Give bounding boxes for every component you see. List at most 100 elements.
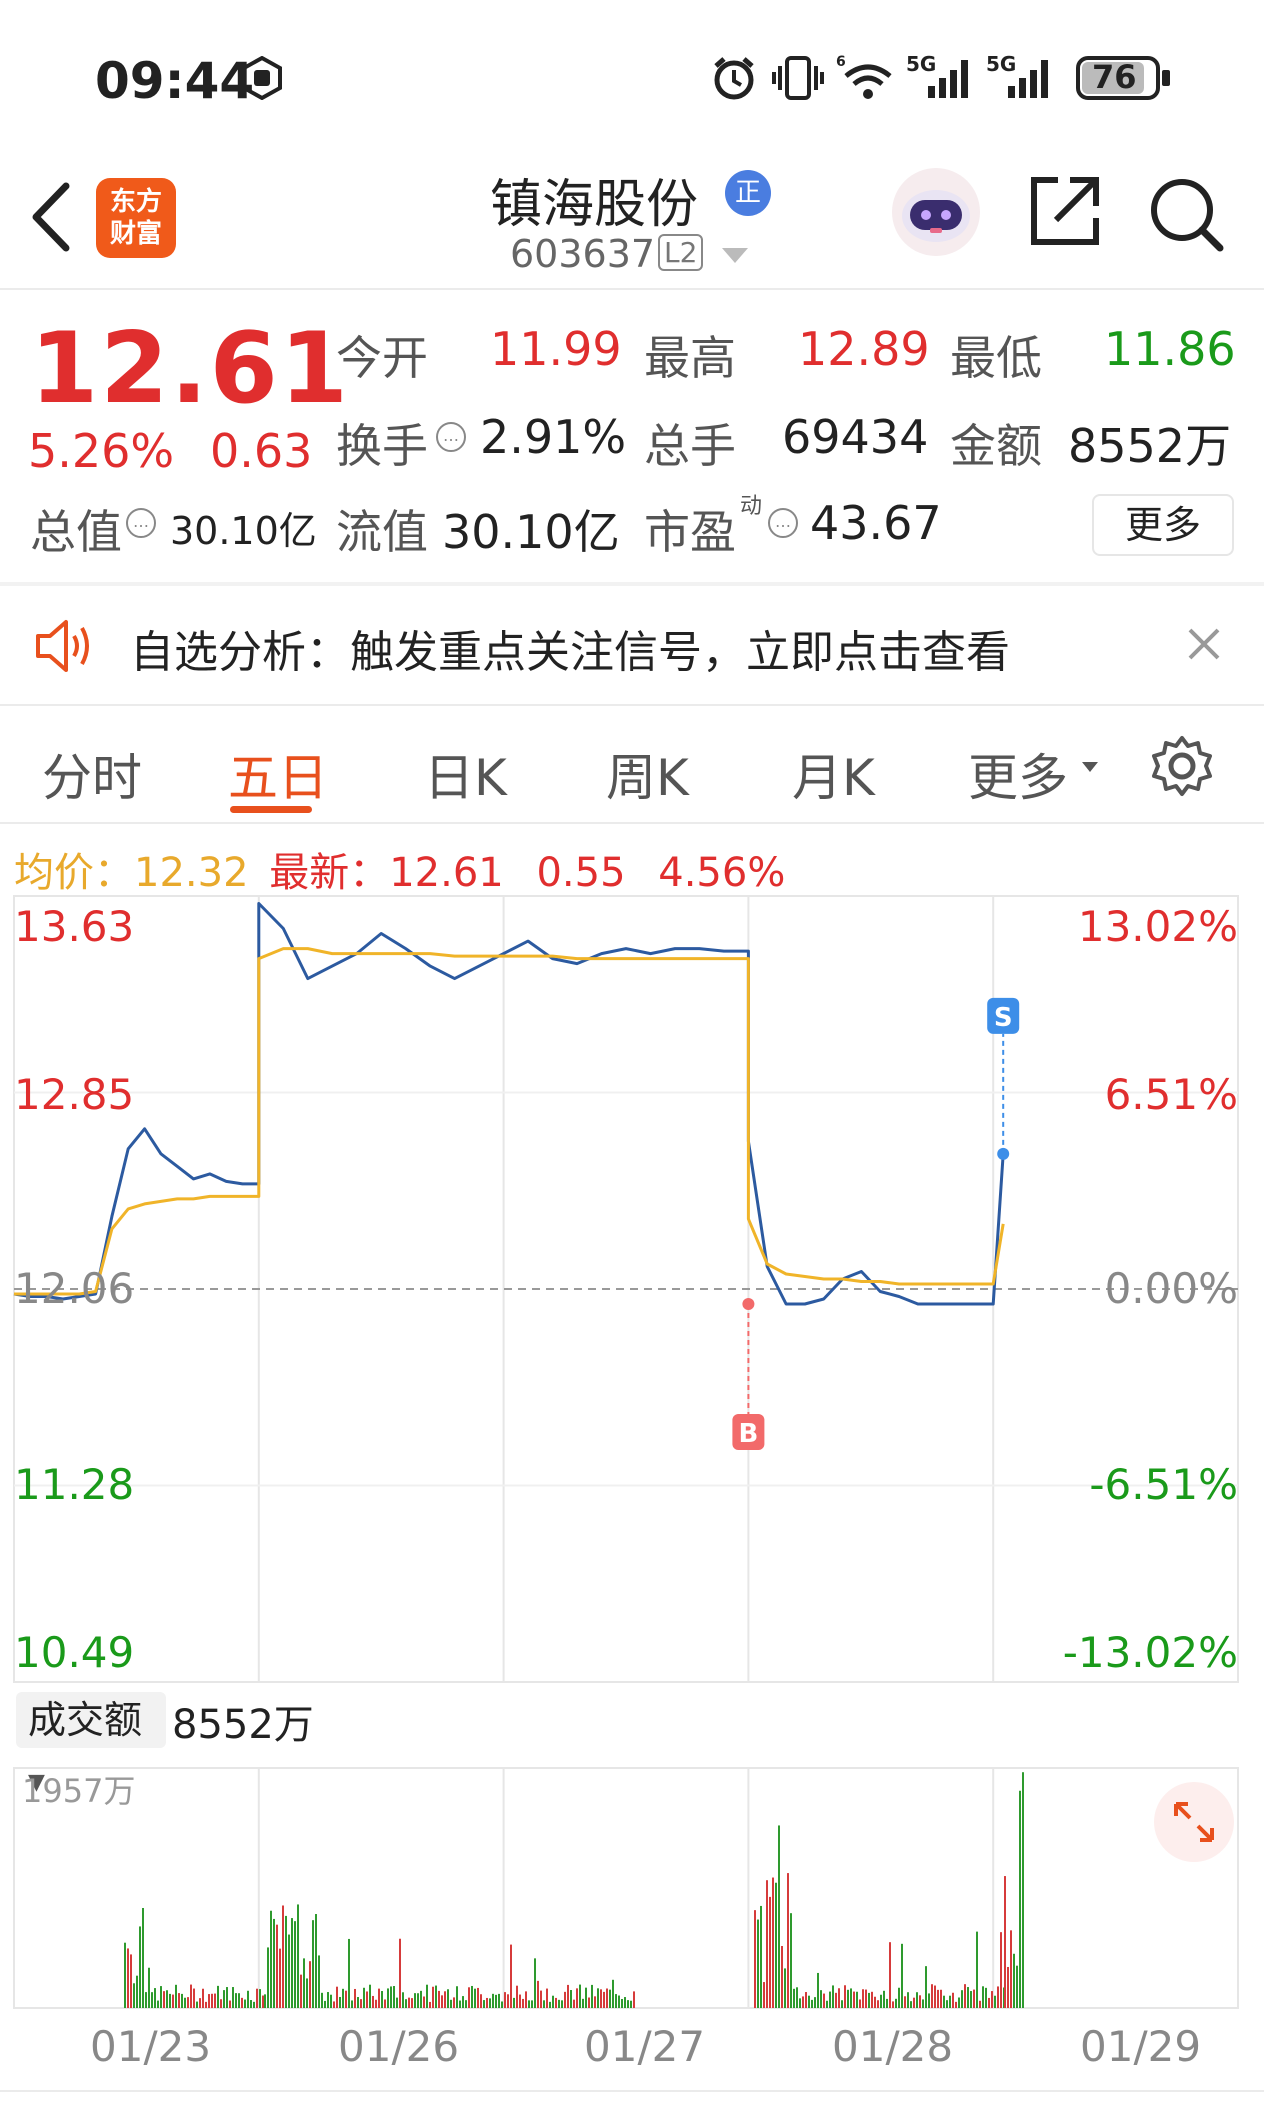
chevron-down-icon[interactable]	[722, 248, 748, 263]
volume-bar	[790, 1913, 792, 2008]
y-tick-left-0: 13.63	[14, 902, 135, 951]
robot-assistant-icon[interactable]	[890, 166, 982, 258]
info-dot-icon[interactable]: …	[768, 508, 798, 538]
volume-bar	[988, 1997, 990, 2008]
volume-bar	[369, 1984, 371, 2008]
close-icon[interactable]	[1186, 626, 1222, 662]
volume-bar	[597, 1988, 599, 2008]
tab-monthly-k[interactable]: 月K	[792, 738, 875, 810]
volume-bar	[844, 1985, 846, 2008]
volume-bar	[1016, 1965, 1018, 2008]
expand-button[interactable]	[1154, 1782, 1234, 1862]
y-tick-right-0: 13.02%	[1077, 902, 1238, 951]
sell-marker-dot	[997, 1147, 1010, 1160]
volume-bar	[220, 1999, 222, 2008]
status-time: 09:44	[95, 52, 255, 110]
volume-bar	[943, 1995, 945, 2008]
more-quote-button[interactable]: 更多	[1092, 494, 1234, 556]
tab-daily-k[interactable]: 日K	[424, 738, 507, 810]
volume-bar	[880, 1994, 882, 2008]
volume-bar	[591, 1984, 593, 2008]
volume-total: 8552万	[172, 1702, 314, 1748]
volume-bar	[889, 1942, 891, 2008]
share-icon[interactable]	[1028, 174, 1102, 248]
volume-bar	[841, 2000, 843, 2008]
info-dot-icon[interactable]: …	[126, 508, 156, 538]
volume-bar	[531, 2000, 533, 2008]
volume-bar	[540, 1990, 542, 2008]
volume-bar	[217, 1985, 219, 2008]
volume-bar	[318, 1955, 320, 2008]
volume-bar	[627, 2000, 629, 2008]
volume-type-select[interactable]: 成交额 ▼	[16, 1692, 166, 1795]
volume-bar	[970, 1991, 972, 2008]
volume-bar	[297, 1904, 299, 2008]
volume-bar	[763, 1982, 765, 2008]
volume-bar	[561, 2000, 563, 2008]
open-value: 11.99	[490, 322, 622, 376]
volume-bar	[549, 2001, 551, 2008]
volume-bar	[940, 1989, 942, 2008]
back-icon[interactable]	[28, 182, 72, 252]
volume-bar	[1019, 1790, 1021, 2008]
volume-bar	[136, 1975, 138, 2008]
header-divider	[0, 288, 1264, 290]
stock-code[interactable]: 603637	[510, 232, 655, 276]
volume-bar	[633, 1991, 635, 2008]
volume-bar	[423, 1996, 425, 2008]
volume-bar	[250, 2000, 252, 2008]
chart-info-line: 均价：12.32 最新：12.61 0.55 4.56%	[14, 840, 785, 898]
tab-more[interactable]: 更多	[968, 738, 1068, 810]
volume-bar	[492, 1993, 494, 2008]
volume-bar	[384, 1999, 386, 2008]
y-tick-right-4: -13.02%	[1062, 1628, 1238, 1677]
volume-bar	[913, 1997, 915, 2008]
volume-bar	[315, 1914, 317, 2008]
notice-bar[interactable]: 自选分析：触发重点关注信号，立即点击查看	[0, 586, 1264, 706]
volume-bar	[480, 1994, 482, 2008]
search-icon[interactable]	[1146, 174, 1226, 254]
volume-bar	[288, 1934, 290, 2008]
volume-bar	[961, 1990, 963, 2008]
volume-bar	[808, 1995, 810, 2008]
pe-label: 市盈	[644, 505, 736, 559]
avg-label: 均价：	[14, 850, 134, 896]
price-chart[interactable]: BS	[0, 892, 1264, 1692]
volume-bar	[570, 1990, 572, 2008]
volume-bar	[363, 1987, 365, 2008]
volume-bar	[309, 1961, 311, 2008]
wifi-icon: 6	[836, 54, 892, 99]
volume-bar	[285, 1915, 287, 2008]
stock-name[interactable]: 镇海股份	[490, 162, 698, 237]
volume-bar	[931, 1984, 933, 2008]
volume-bar	[327, 1992, 329, 2008]
volume-bar	[393, 1986, 395, 2008]
volume-bar	[267, 1947, 269, 2008]
volume-bar	[534, 1958, 536, 2008]
volume-bar	[546, 1988, 548, 2008]
app-logo[interactable]: 东方 财富	[96, 178, 176, 258]
tab-five-day[interactable]: 五日	[228, 738, 328, 810]
volume-bar	[991, 1991, 993, 2008]
notice-divider	[0, 704, 1264, 706]
volume-bar	[522, 1998, 524, 2008]
volume-bar	[127, 1948, 129, 2008]
y-tick-left-4: 10.49	[14, 1628, 135, 1677]
tab-weekly-k[interactable]: 周K	[606, 738, 689, 810]
info-dot-icon[interactable]: …	[436, 422, 466, 452]
svg-text:6: 6	[836, 54, 846, 70]
volume-bar	[805, 1992, 807, 2008]
volume-bar	[874, 1996, 876, 2008]
volume-bar	[576, 1988, 578, 2008]
volume-bar	[769, 1896, 771, 2008]
x-tick-4: 01/29	[1080, 2022, 1202, 2071]
volume-bar	[238, 1993, 240, 2008]
volume-chart[interactable]	[0, 1762, 1264, 2022]
latest-pct: 4.56%	[658, 850, 786, 896]
gear-icon[interactable]	[1150, 734, 1214, 798]
mcap-label: 总值	[30, 505, 122, 559]
volume-bar	[811, 1999, 813, 2008]
volume-bar	[603, 1991, 605, 2008]
y-tick-right-3: -6.51%	[1089, 1460, 1238, 1509]
tab-intraday[interactable]: 分时	[42, 738, 142, 810]
